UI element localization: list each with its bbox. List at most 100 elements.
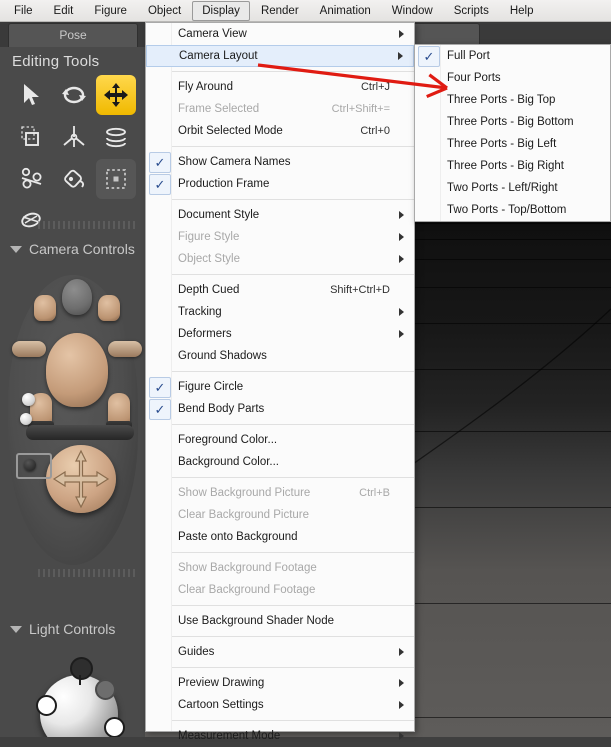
menu-item-deformers[interactable]: Deformers <box>146 323 414 345</box>
menu-scripts[interactable]: Scripts <box>444 1 499 21</box>
menu-item-measurement-mode[interactable]: Measurement Mode <box>146 725 414 747</box>
menu-item-guides[interactable]: Guides <box>146 641 414 663</box>
camera-controls-header[interactable]: Camera Controls <box>0 237 145 259</box>
menu-item-label: Camera View <box>178 28 247 40</box>
camera-focus-dot-icon[interactable] <box>24 459 36 471</box>
menu-item-camera-view[interactable]: Camera View <box>146 23 414 45</box>
menu-render[interactable]: Render <box>251 1 309 21</box>
camera-left-hand-icon[interactable] <box>34 295 56 321</box>
menu-display[interactable]: Display <box>192 0 250 21</box>
light-controls-header[interactable]: Light Controls <box>0 617 145 639</box>
menu-item-show-camera-names[interactable]: ✓ Show Camera Names <box>146 151 414 173</box>
camera-face-side-icon[interactable] <box>46 333 108 407</box>
menu-item-camera-layout[interactable]: Camera Layout <box>146 45 414 67</box>
submenu-item-full-port[interactable]: ✓ Full Port <box>415 45 610 67</box>
translate-pull-tool-icon[interactable] <box>96 75 136 115</box>
menu-edit[interactable]: Edit <box>44 1 84 21</box>
menu-item-label: Preview Drawing <box>178 677 265 689</box>
menu-item-background-color[interactable]: Background Color... <box>146 451 414 473</box>
camera-face-front-icon[interactable] <box>62 279 92 315</box>
menu-separator <box>172 71 414 72</box>
menu-animation[interactable]: Animation <box>310 1 381 21</box>
menu-object[interactable]: Object <box>138 1 191 21</box>
menu-item-foreground-color[interactable]: Foreground Color... <box>146 429 414 451</box>
scale-tool-icon[interactable] <box>12 117 52 157</box>
camera-right-hand-icon[interactable] <box>98 295 120 321</box>
menu-file[interactable]: File <box>4 1 43 21</box>
submenu-item-three-ports-big-top[interactable]: Three Ports - Big Top <box>415 89 610 111</box>
camera-dot-upper-icon[interactable] <box>22 393 35 406</box>
light-node-top[interactable] <box>70 657 93 680</box>
menu-figure[interactable]: Figure <box>84 1 137 21</box>
camera-trackball-icon[interactable] <box>46 445 116 513</box>
chain-break-tool-icon[interactable] <box>96 117 136 157</box>
pointer-tool-icon[interactable] <box>12 75 52 115</box>
submenu-item-two-ports-top-bottom[interactable]: Two Ports - Top/Bottom <box>415 199 610 221</box>
menu-item-production-frame[interactable]: ✓ Production Frame <box>146 173 414 195</box>
submenu-item-three-ports-big-right[interactable]: Three Ports - Big Right <box>415 155 610 177</box>
light-node-right[interactable] <box>104 717 125 737</box>
grouping-tool-icon[interactable] <box>96 159 136 199</box>
taper-tool-icon[interactable] <box>54 117 94 157</box>
menu-item-bend-body-parts[interactable]: ✓ Bend Body Parts <box>146 398 414 420</box>
tab-pose[interactable]: Pose <box>8 23 138 47</box>
camera-control-widget[interactable] <box>8 275 142 565</box>
menu-item-paste-onto-background[interactable]: Paste onto Background <box>146 526 414 548</box>
light-node-back[interactable] <box>95 679 116 700</box>
menu-item-use-background-shader-node[interactable]: Use Background Shader Node <box>146 610 414 632</box>
menu-item-fly-around[interactable]: Fly Around Ctrl+J <box>146 76 414 98</box>
menu-separator <box>172 552 414 553</box>
menu-item-frame-selected: Frame Selected Ctrl+Shift+= <box>146 98 414 120</box>
submenu-item-two-ports-left-right[interactable]: Two Ports - Left/Right <box>415 177 610 199</box>
menu-item-label: Show Camera Names <box>178 156 291 168</box>
menu-item-preview-drawing[interactable]: Preview Drawing <box>146 672 414 694</box>
menu-item-figure-circle[interactable]: ✓ Figure Circle <box>146 376 414 398</box>
collapse-triangle-icon[interactable] <box>10 625 22 633</box>
color-tool-icon[interactable] <box>54 159 94 199</box>
tools-panel-resize-handle[interactable] <box>38 221 138 229</box>
menu-separator <box>172 636 414 637</box>
menu-item-object-style: Object Style <box>146 248 414 270</box>
morph-tool-icon[interactable] <box>12 159 52 199</box>
menu-item-figure-style: Figure Style <box>146 226 414 248</box>
submenu-item-label: Two Ports - Top/Bottom <box>447 204 567 216</box>
submenu-item-label: Two Ports - Left/Right <box>447 182 558 194</box>
menu-window[interactable]: Window <box>382 1 443 21</box>
menu-item-ground-shadows[interactable]: Ground Shadows <box>146 345 414 367</box>
left-panel: Pose Editing Tools Camera Controls Light… <box>0 22 145 737</box>
collapse-triangle-icon[interactable] <box>10 245 22 253</box>
menu-separator <box>172 371 414 372</box>
camera-dot-lower-icon[interactable] <box>20 413 32 425</box>
menu-item-label: Figure Circle <box>178 381 244 393</box>
camera-controls-panel: Camera Controls <box>0 237 145 617</box>
submenu-item-four-ports[interactable]: Four Ports <box>415 67 610 89</box>
menu-help[interactable]: Help <box>500 1 544 21</box>
menu-item-cartoon-settings[interactable]: Cartoon Settings <box>146 694 414 716</box>
editing-tools-grid <box>12 75 136 241</box>
camera-layout-submenu[interactable]: ✓ Full Port Four Ports Three Ports - Big To… <box>414 44 611 222</box>
menu-item-clear-background-footage: Clear Background Footage <box>146 579 414 601</box>
rotate-tool-icon[interactable] <box>54 75 94 115</box>
menu-item-tracking[interactable]: Tracking <box>146 301 414 323</box>
camera-controls-title: Camera Controls <box>29 241 135 257</box>
light-node-left[interactable] <box>36 695 57 716</box>
display-menu-dropdown[interactable]: Camera View Camera Layout Fly Around Ctrl+J… <box>145 22 415 742</box>
menu-item-label: Figure Style <box>178 231 240 243</box>
chevron-right-icon <box>399 255 404 263</box>
submenu-item-three-ports-big-left[interactable]: Three Ports - Big Left <box>415 133 610 155</box>
menu-item-label: Clear Background Footage <box>178 584 316 596</box>
pose-tab-row: Pose <box>0 22 145 47</box>
menu-item-document-style[interactable]: Document Style <box>146 204 414 226</box>
camera-body-bar-icon[interactable] <box>26 425 134 440</box>
camera-dolly-left-icon[interactable] <box>12 341 46 357</box>
submenu-item-three-ports-big-bottom[interactable]: Three Ports - Big Bottom <box>415 111 610 133</box>
chevron-right-icon <box>399 30 404 38</box>
camera-panel-resize-handle[interactable] <box>38 569 138 577</box>
menu-item-label: Ground Shadows <box>178 350 267 362</box>
menu-item-orbit-selected-mode[interactable]: Orbit Selected Mode Ctrl+0 <box>146 120 414 142</box>
camera-dolly-right-icon[interactable] <box>108 341 142 357</box>
menu-item-depth-cued[interactable]: Depth Cued Shift+Ctrl+D <box>146 279 414 301</box>
chevron-right-icon <box>399 701 404 709</box>
chevron-right-icon <box>398 52 403 60</box>
menu-item-shortcut: Ctrl+Shift+= <box>331 103 390 115</box>
